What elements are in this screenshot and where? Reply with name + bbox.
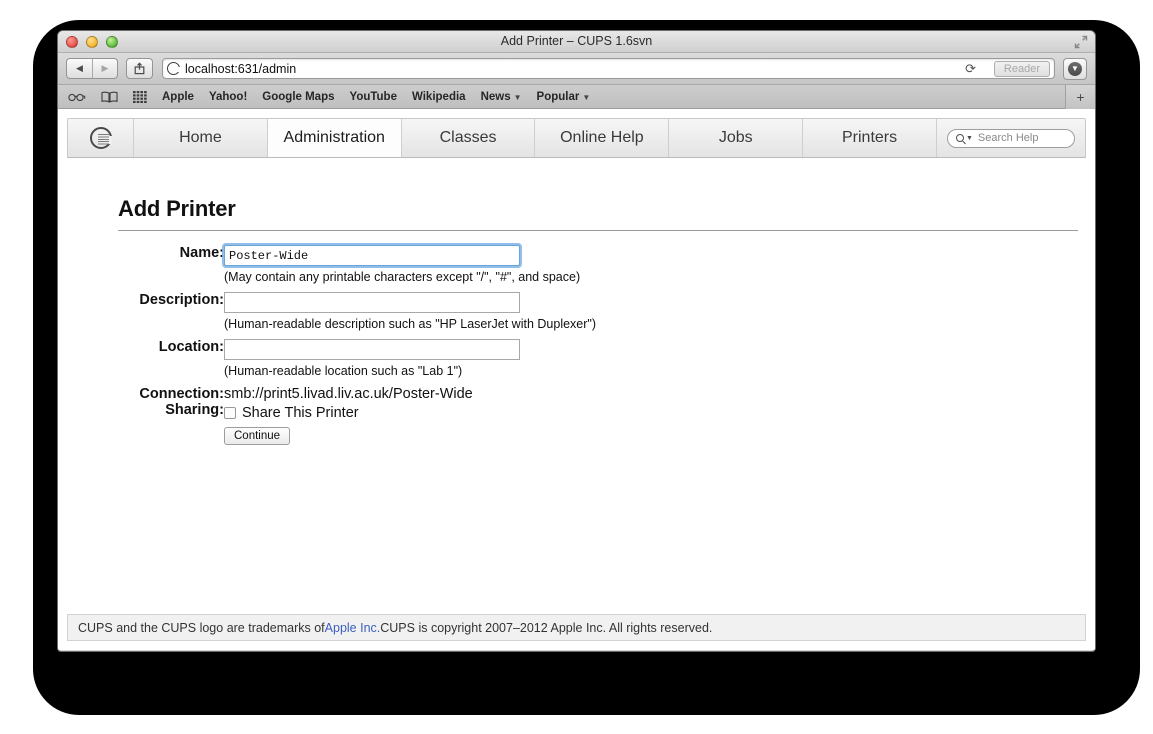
continue-button[interactable]: Continue	[224, 427, 291, 445]
bookmark-label: Popular	[536, 90, 580, 103]
window-titlebar[interactable]: Add Printer – CUPS 1.6svn	[58, 31, 1095, 53]
share-icon	[134, 62, 145, 75]
share-button[interactable]	[126, 58, 153, 79]
tab-online-help[interactable]: Online Help	[535, 119, 670, 157]
form-row-description: Description: (Human-readable description…	[58, 292, 596, 339]
address-bar[interactable]: localhost:631/admin ⟳ Reader	[162, 58, 1055, 79]
add-printer-form-area: Add Printer Name: (May contain any print…	[58, 158, 1095, 445]
connection-value: smb://print5.livad.liv.ac.uk/Poster-Wide	[224, 386, 473, 402]
form-row-location: Location: (Human-readable location such …	[58, 339, 596, 386]
tab-home[interactable]: Home	[134, 119, 268, 157]
nav-buttons[interactable]: ◀ ▶	[66, 58, 118, 79]
chevron-down-icon: ▼	[965, 134, 973, 142]
location-hint: (Human-readable location such as "Lab 1"…	[224, 364, 463, 378]
top-sites-grid-icon[interactable]	[133, 90, 147, 103]
tab-administration[interactable]: Administration	[267, 119, 402, 157]
chevron-down-icon: ▼	[582, 92, 591, 102]
footer-text-before: CUPS and the CUPS logo are trademarks of	[78, 620, 325, 635]
form-row-sharing: Sharing: Share This Printer Continue	[58, 402, 596, 445]
bookmark-yahoo[interactable]: Yahoo!	[209, 91, 247, 103]
url-host: localhost:631	[185, 61, 259, 76]
tab-label: Classes	[439, 129, 497, 146]
bookmark-news[interactable]: News ▼	[481, 91, 522, 103]
form-row-name: Name: (May contain any printable charact…	[58, 245, 596, 292]
search-help-input[interactable]: ▼ Search Help	[946, 128, 1075, 148]
apple-inc-link[interactable]: Apple Inc.	[325, 621, 381, 635]
bookmark-label: Yahoo!	[208, 90, 248, 103]
search-icon	[955, 134, 964, 142]
chevron-down-icon: ▼	[513, 92, 522, 102]
tab-label: Administration	[283, 129, 385, 146]
tab-label: Jobs	[718, 129, 753, 146]
cups-logo-button[interactable]	[68, 119, 134, 157]
reload-icon[interactable]: ⟳	[965, 61, 976, 77]
back-button[interactable]: ◀	[67, 59, 92, 78]
location-label: Location:	[158, 339, 224, 355]
bookmark-google-maps[interactable]: Google Maps	[262, 91, 334, 103]
window-title: Add Printer – CUPS 1.6svn	[500, 34, 653, 48]
tab-label: Printers	[841, 129, 898, 146]
form-row-connection: Connection: smb://print5.livad.liv.ac.uk…	[58, 386, 596, 402]
url-path: /admin	[258, 61, 297, 76]
cups-navigation-tabs: Home Administration Classes Online Help …	[67, 118, 1086, 158]
page-content: Home Administration Classes Online Help …	[58, 109, 1095, 650]
reader-button[interactable]: Reader	[993, 61, 1050, 77]
sharing-label: Sharing:	[165, 402, 224, 418]
description-input[interactable]	[224, 292, 520, 313]
bookmark-label: YouTube	[349, 90, 397, 103]
cups-favicon-icon	[167, 62, 180, 75]
bookmark-label: News	[480, 90, 511, 103]
cups-logo-icon	[89, 127, 112, 149]
bookmark-youtube[interactable]: YouTube	[350, 91, 397, 103]
share-printer-checkbox[interactable]	[224, 407, 236, 419]
tab-label: Home	[179, 129, 222, 146]
bookmark-wikipedia[interactable]: Wikipedia	[412, 91, 466, 103]
tab-jobs[interactable]: Jobs	[669, 119, 804, 157]
reading-glasses-icon[interactable]	[68, 92, 86, 102]
fullscreen-arrows-icon[interactable]	[1074, 35, 1088, 49]
bookmark-popular[interactable]: Popular ▼	[537, 91, 591, 103]
bookmark-label: Google Maps	[262, 90, 335, 103]
bookmark-label: Apple	[162, 90, 194, 103]
share-printer-row[interactable]: Share This Printer	[224, 402, 596, 421]
description-cell: (Human-readable description such as "HP …	[224, 292, 596, 339]
description-label: Description:	[139, 292, 224, 308]
new-tab-button[interactable]: +	[1065, 85, 1095, 109]
description-hint: (Human-readable description such as "HP …	[224, 317, 597, 331]
name-input[interactable]	[224, 245, 520, 266]
bookmark-label: Wikipedia	[411, 90, 466, 103]
connection-label: Connection:	[139, 386, 224, 402]
bookmark-apple[interactable]: Apple	[162, 91, 194, 103]
tab-classes[interactable]: Classes	[401, 119, 536, 157]
footer-text-after: CUPS is copyright 2007–2012 Apple Inc. A…	[380, 620, 713, 635]
search-placeholder: Search Help	[977, 132, 1039, 144]
page-footer: CUPS and the CUPS logo are trademarks of…	[67, 614, 1086, 641]
bookmarks-bar: Apple Yahoo! Google Maps YouTube Wikiped…	[58, 85, 1095, 109]
screenshot-root: Add Printer – CUPS 1.6svn ◀ ▶ localhost:…	[0, 0, 1153, 734]
name-label: Name:	[179, 245, 224, 261]
name-cell: (May contain any printable characters ex…	[224, 245, 596, 292]
browser-toolbar: ◀ ▶ localhost:631/admin ⟳ Reader ▼	[58, 53, 1095, 85]
browser-window: Add Printer – CUPS 1.6svn ◀ ▶ localhost:…	[57, 30, 1096, 652]
tab-printers[interactable]: Printers	[803, 119, 937, 157]
name-hint: (May contain any printable characters ex…	[224, 270, 581, 284]
page-title: Add Printer	[118, 196, 236, 221]
downloads-icon: ▼	[1068, 61, 1082, 76]
share-printer-label: Share This Printer	[242, 405, 359, 421]
forward-button[interactable]: ▶	[92, 59, 117, 78]
search-help-cell: ▼ Search Help	[936, 119, 1085, 157]
location-cell: (Human-readable location such as "Lab 1"…	[224, 339, 596, 386]
title-divider	[118, 230, 1078, 231]
sharing-cell: Share This Printer Continue	[224, 402, 596, 445]
tab-label: Online Help	[560, 129, 644, 146]
location-input[interactable]	[224, 339, 520, 360]
bookmarks-book-icon[interactable]	[101, 91, 118, 103]
add-printer-form: Name: (May contain any printable charact…	[58, 245, 596, 445]
downloads-button[interactable]: ▼	[1063, 57, 1087, 80]
